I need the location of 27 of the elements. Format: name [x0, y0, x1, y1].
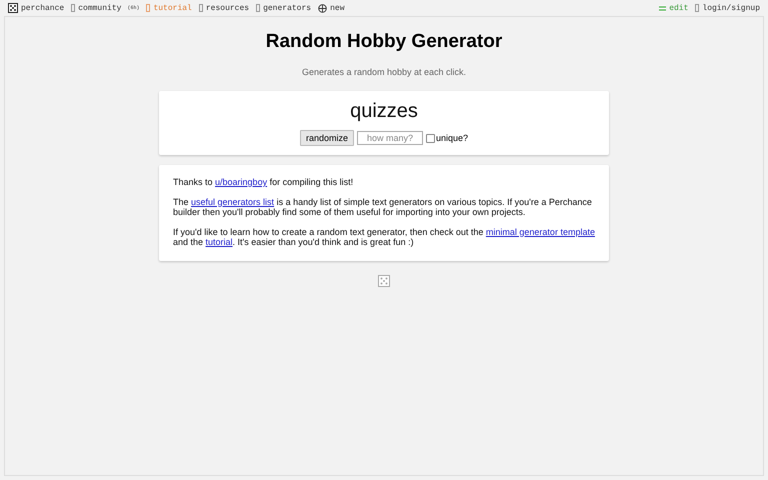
text-link[interactable]: u/boaringboy — [215, 177, 268, 187]
nav-link[interactable]: new — [318, 4, 344, 12]
text-link[interactable]: minimal generator template — [486, 226, 595, 236]
page-subtitle: Generates a random hobby at each click. — [302, 67, 466, 77]
nav-link[interactable]: login/signup — [695, 4, 760, 12]
checkbox-label: unique? — [436, 133, 468, 143]
nav-link[interactable]: perchance — [8, 3, 64, 13]
nav-link[interactable]: generators — [256, 4, 312, 12]
result-text: quizzes — [350, 100, 418, 123]
page-title: Random Hobby Generator — [266, 31, 502, 53]
count-field[interactable]: how many? — [356, 131, 423, 145]
placeholder-icon — [695, 4, 700, 12]
plus-icon — [318, 4, 328, 12]
placeholder-icon — [71, 4, 76, 12]
paragraph: Thanks to u/boaringboy for compiling this list! — [173, 177, 354, 188]
unique-checkbox[interactable] — [426, 134, 435, 142]
text-link[interactable]: useful generators list — [191, 196, 274, 206]
dice-icon — [8, 3, 18, 13]
nav-link[interactable]: resources — [198, 4, 250, 12]
text-link[interactable]: tutorial — [206, 237, 233, 247]
randomize-button[interactable]: randomize — [300, 130, 354, 146]
dice-icon — [378, 274, 390, 286]
placeholder-icon — [198, 4, 203, 12]
placeholder-icon — [256, 4, 260, 12]
paragraph: The useful generators list is a handy list of simple text generators on various topics. If you're a Perchance builder then you'll probably find some of them useful for importing into your own projects. — [173, 196, 593, 218]
paragraph: If you'd like to learn how to create a random text generator, then check out the minimal generator template and the tutorial. It's easier than you'd think and is great fun :) — [173, 226, 595, 248]
placeholder-icon — [146, 4, 150, 12]
